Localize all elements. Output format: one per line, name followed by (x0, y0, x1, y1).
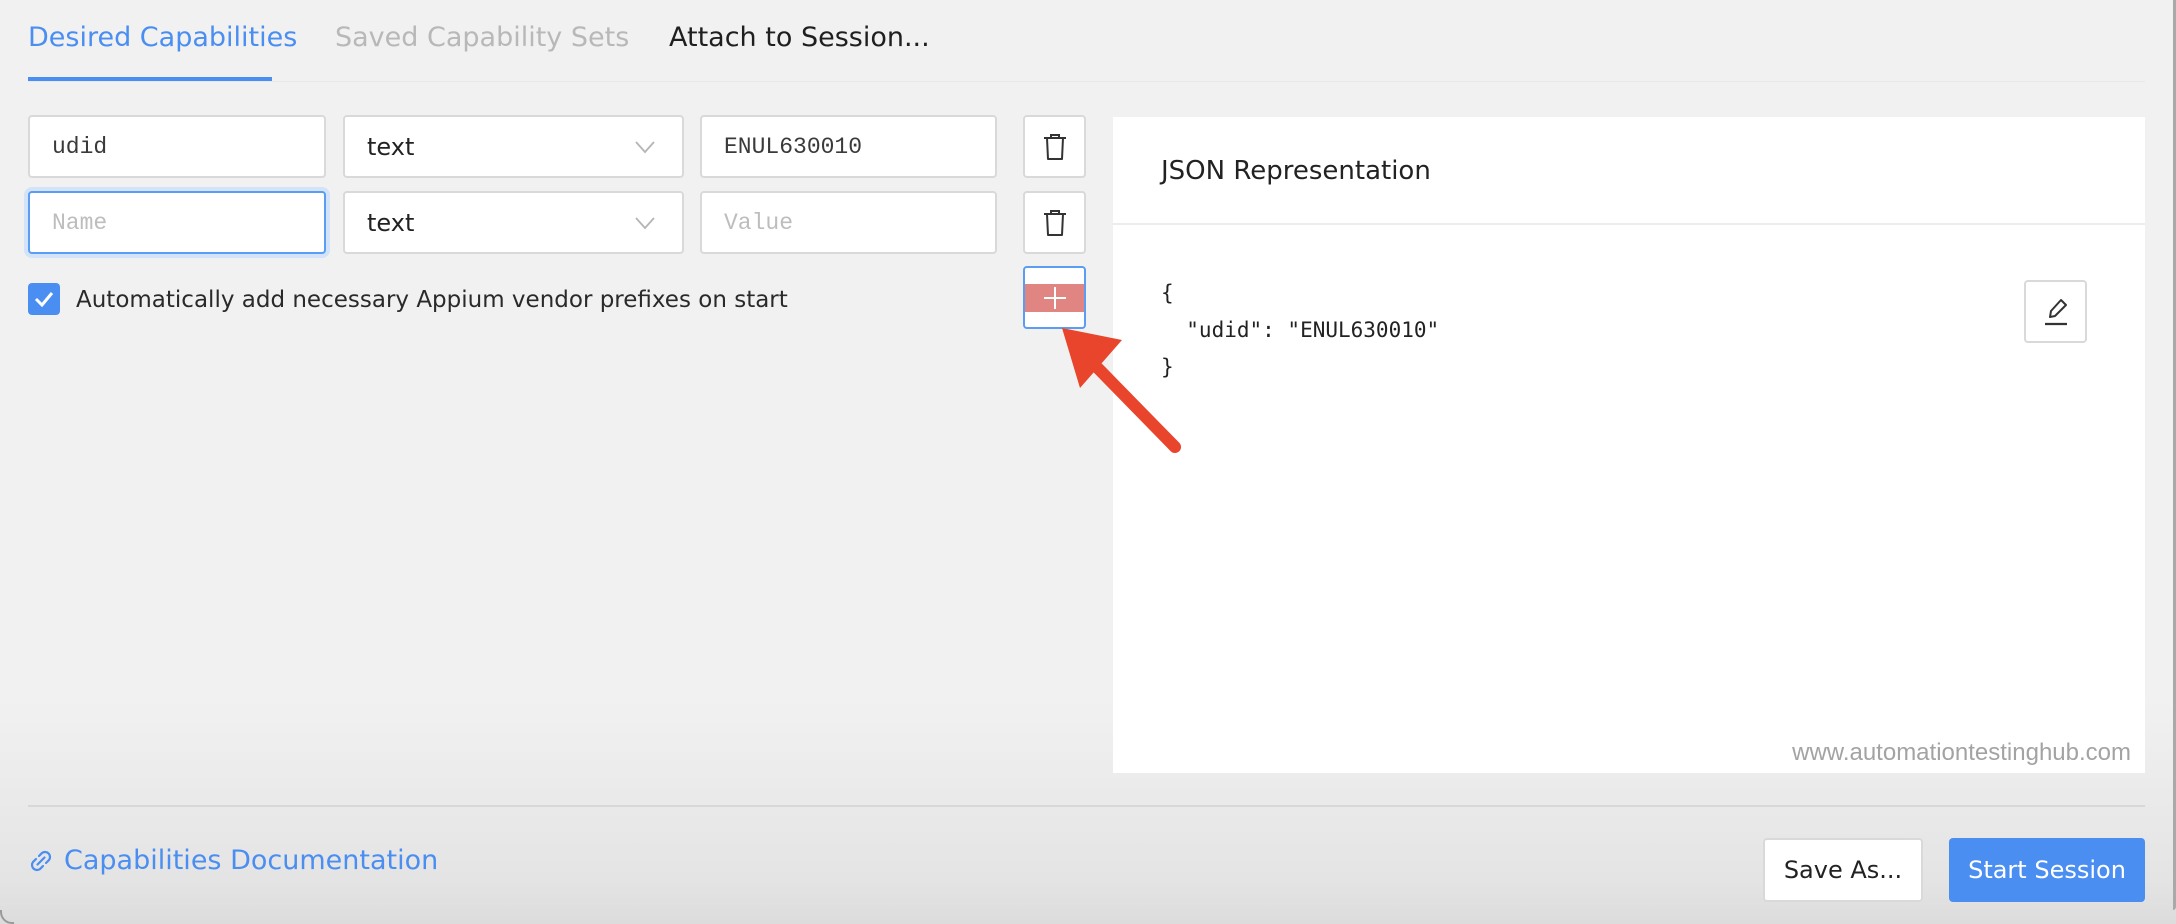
panel-title: JSON Representation (1161, 156, 1431, 186)
capability-name-field[interactable] (28, 115, 326, 178)
save-as-button[interactable]: Save As... (1763, 838, 1923, 902)
panel-divider (1113, 223, 2145, 225)
checkmark-icon (34, 292, 54, 307)
delete-capability-button[interactable] (1023, 191, 1086, 254)
json-representation-panel: JSON Representation { "udid": "ENUL63001… (1113, 117, 2145, 773)
json-code: { "udid": "ENUL630010" } (1161, 281, 1440, 379)
plus-icon (1043, 287, 1066, 309)
footer-divider (28, 805, 2145, 807)
watermark: www.automationtestinghub.com (1792, 739, 2131, 766)
chevron-down-icon (635, 217, 655, 230)
vendor-prefix-checkbox[interactable] (28, 283, 60, 315)
tab-desired-capabilities[interactable]: Desired Capabilities (28, 18, 297, 58)
capability-type-value: text (367, 133, 415, 161)
capability-value-input[interactable] (702, 193, 995, 252)
capability-value-input[interactable] (702, 117, 995, 176)
capabilities-documentation-link[interactable]: Capabilities Documentation (28, 843, 438, 879)
capability-value-field[interactable] (700, 191, 997, 254)
capability-name-input[interactable] (30, 117, 324, 176)
start-session-button[interactable]: Start Session (1949, 838, 2145, 902)
tab-bar: Desired Capabilities Saved Capability Se… (28, 0, 2145, 82)
add-capability-button[interactable] (1023, 266, 1086, 329)
pencil-icon (2044, 298, 2067, 325)
add-button-highlight (1025, 284, 1084, 312)
capability-type-value: text (367, 209, 415, 237)
capabilities-documentation-label: Capabilities Documentation (64, 845, 439, 876)
edit-json-button[interactable] (2024, 280, 2087, 343)
trash-icon (1043, 209, 1066, 236)
vendor-prefix-label: Automatically add necessary Appium vendo… (76, 287, 788, 313)
capability-type-select[interactable]: text (343, 191, 684, 254)
capability-name-input[interactable] (30, 193, 324, 252)
trash-icon (1043, 133, 1066, 160)
tab-saved-capability-sets[interactable]: Saved Capability Sets (335, 18, 629, 58)
capability-type-select[interactable]: text (343, 115, 684, 178)
capability-name-field[interactable] (28, 191, 326, 254)
capability-value-field[interactable] (700, 115, 997, 178)
delete-capability-button[interactable] (1023, 115, 1086, 178)
window-corner (0, 910, 14, 924)
chevron-down-icon (635, 141, 655, 154)
active-tab-indicator (28, 77, 272, 81)
tab-attach-to-session[interactable]: Attach to Session... (669, 18, 930, 58)
link-icon (30, 850, 52, 872)
